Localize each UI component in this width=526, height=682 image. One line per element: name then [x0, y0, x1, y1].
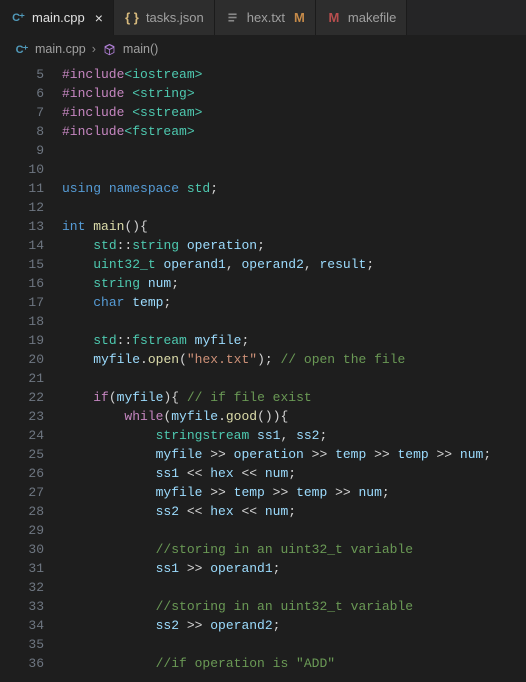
tab-hex-txt[interactable]: hex.txt M [215, 0, 316, 35]
line-number: 15 [0, 255, 44, 274]
line-number: 31 [0, 559, 44, 578]
line-number: 18 [0, 312, 44, 331]
code-line[interactable]: uint32_t operand1, operand2, result; [62, 255, 526, 274]
code-line[interactable]: myfile >> temp >> temp >> num; [62, 483, 526, 502]
tab-label: hex.txt [247, 10, 285, 25]
line-number: 13 [0, 217, 44, 236]
modified-badge: M [294, 10, 305, 25]
file-makefile-icon: M [326, 10, 342, 25]
code-line[interactable] [62, 198, 526, 217]
breadcrumb[interactable]: C⁺ main.cpp › main() [0, 35, 526, 63]
editor[interactable]: 5678910111213141516171819202122232425262… [0, 63, 526, 673]
line-number-gutter: 5678910111213141516171819202122232425262… [0, 65, 58, 673]
code-line[interactable] [62, 578, 526, 597]
code-line[interactable]: using namespace std; [62, 179, 526, 198]
close-icon[interactable]: × [95, 10, 103, 26]
code-line[interactable]: stringstream ss1, ss2; [62, 426, 526, 445]
code-line[interactable]: ss2 >> operand2; [62, 616, 526, 635]
tab-bar: C⁺main.cpp×{ }tasks.jsonhex.txtMMmakefil… [0, 0, 526, 35]
line-number: 36 [0, 654, 44, 673]
code-line[interactable]: #include<iostream> [62, 65, 526, 84]
code-line[interactable]: string num; [62, 274, 526, 293]
code-line[interactable]: //if operation is "ADD" [62, 654, 526, 673]
line-number: 14 [0, 236, 44, 255]
symbol-cube-icon [102, 43, 117, 56]
code-line[interactable] [62, 141, 526, 160]
line-number: 28 [0, 502, 44, 521]
chevron-right-icon: › [92, 42, 96, 56]
line-number: 25 [0, 445, 44, 464]
line-number: 34 [0, 616, 44, 635]
code-line[interactable]: #include<fstream> [62, 122, 526, 141]
code-line[interactable] [62, 160, 526, 179]
line-number: 24 [0, 426, 44, 445]
tab-label: tasks.json [146, 10, 204, 25]
code-line[interactable]: if(myfile){ // if file exist [62, 388, 526, 407]
code-line[interactable]: int main(){ [62, 217, 526, 236]
code-line[interactable]: myfile >> operation >> temp >> temp >> n… [62, 445, 526, 464]
line-number: 10 [0, 160, 44, 179]
tab-tasks-json[interactable]: { } tasks.json [114, 0, 215, 35]
tab-label: main.cpp [32, 10, 85, 25]
file-cpp-icon: C⁺ [10, 11, 26, 24]
line-number: 5 [0, 65, 44, 84]
code-area[interactable]: #include<iostream>#include <string>#incl… [58, 65, 526, 673]
line-number: 17 [0, 293, 44, 312]
file-text-icon [225, 11, 241, 24]
code-line[interactable] [62, 369, 526, 388]
code-line[interactable]: ss1 << hex << num; [62, 464, 526, 483]
code-line[interactable]: ss2 << hex << num; [62, 502, 526, 521]
code-line[interactable]: #include <sstream> [62, 103, 526, 122]
line-number: 20 [0, 350, 44, 369]
tab-main-cpp[interactable]: C⁺ main.cpp × [0, 0, 114, 35]
code-line[interactable] [62, 635, 526, 654]
file-cpp-icon: C⁺ [14, 43, 29, 56]
code-line[interactable]: //storing in an uint32_t variable [62, 597, 526, 616]
code-line[interactable]: std::string operation; [62, 236, 526, 255]
code-line[interactable]: #include <string> [62, 84, 526, 103]
line-number: 19 [0, 331, 44, 350]
line-number: 6 [0, 84, 44, 103]
line-number: 26 [0, 464, 44, 483]
line-number: 29 [0, 521, 44, 540]
line-number: 32 [0, 578, 44, 597]
code-line[interactable] [62, 312, 526, 331]
code-line[interactable]: std::fstream myfile; [62, 331, 526, 350]
file-json-icon: { } [124, 10, 140, 25]
line-number: 21 [0, 369, 44, 388]
line-number: 8 [0, 122, 44, 141]
line-number: 35 [0, 635, 44, 654]
code-line[interactable]: myfile.open("hex.txt"); // open the file [62, 350, 526, 369]
breadcrumb-file: main.cpp [35, 42, 86, 56]
line-number: 11 [0, 179, 44, 198]
code-line[interactable] [62, 521, 526, 540]
line-number: 9 [0, 141, 44, 160]
code-line[interactable]: //storing in an uint32_t variable [62, 540, 526, 559]
line-number: 23 [0, 407, 44, 426]
line-number: 16 [0, 274, 44, 293]
code-line[interactable]: while(myfile.good()){ [62, 407, 526, 426]
line-number: 30 [0, 540, 44, 559]
breadcrumb-symbol: main() [123, 42, 158, 56]
tab-makefile[interactable]: Mmakefile [316, 0, 407, 35]
code-line[interactable]: ss1 >> operand1; [62, 559, 526, 578]
line-number: 7 [0, 103, 44, 122]
line-number: 27 [0, 483, 44, 502]
tab-label: makefile [348, 10, 396, 25]
line-number: 33 [0, 597, 44, 616]
line-number: 12 [0, 198, 44, 217]
code-line[interactable]: char temp; [62, 293, 526, 312]
line-number: 22 [0, 388, 44, 407]
